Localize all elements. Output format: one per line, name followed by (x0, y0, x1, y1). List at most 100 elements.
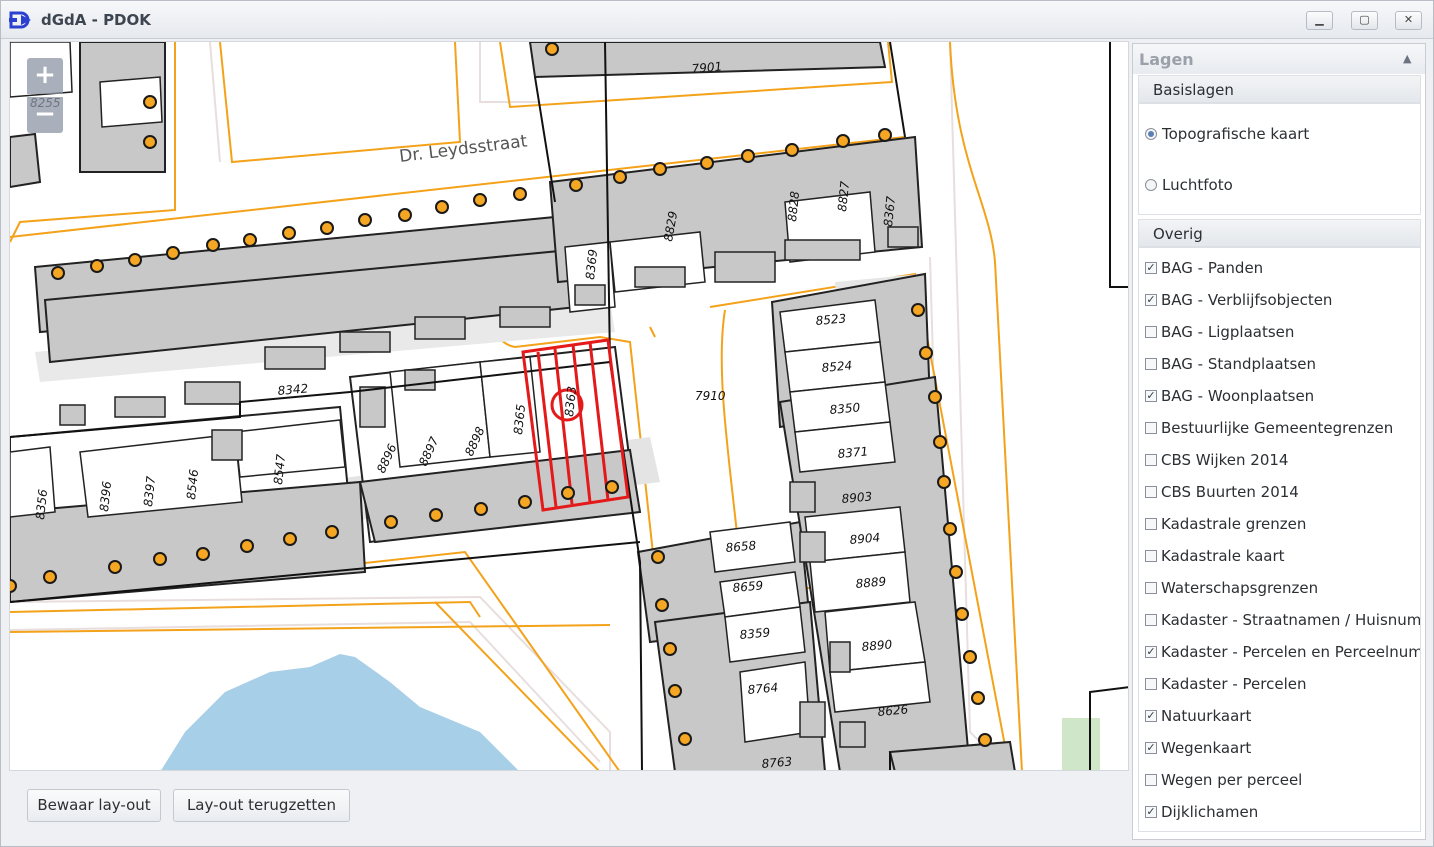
checkbox-unchecked[interactable] (1145, 774, 1157, 786)
maximize-button[interactable]: ▢ (1351, 11, 1378, 30)
application-window: dGdA - PDOK ▁ ▢ ✕ Dr. Leydsstraat 7901 8… (0, 0, 1434, 847)
base-layers-list: Topografische kaart Luchtfoto (1138, 103, 1421, 215)
layer-label: BAG - Panden (1161, 259, 1264, 277)
layer-row[interactable]: ✓ Dijklichamen (1145, 802, 1420, 824)
base-layers-group-label: Basislagen (1153, 81, 1234, 99)
base-layers-group[interactable]: Basislagen (1138, 75, 1421, 103)
base-layer-label: Topografische kaart (1162, 125, 1310, 143)
house-number: 8523 (815, 311, 847, 328)
house-number: 8524 (821, 358, 853, 375)
layer-label: CBS Wijken 2014 (1161, 451, 1289, 469)
layer-label: Wegenkaart (1161, 739, 1252, 757)
layers-panel-header: Lagen ▲ (1133, 44, 1425, 74)
checkbox-checked[interactable]: ✓ (1145, 262, 1157, 274)
layer-label: Bestuurlijke Gemeentegrenzen (1161, 419, 1394, 437)
radio-selected[interactable] (1145, 128, 1157, 140)
layer-label: BAG - Woonplaatsen (1161, 387, 1315, 405)
layer-row[interactable]: CBS Buurten 2014 (1145, 482, 1420, 504)
house-number: 8342 (277, 381, 309, 398)
window-title: dGdA - PDOK (41, 11, 151, 29)
layer-label: Wegen per perceel (1161, 771, 1303, 789)
checkbox-unchecked[interactable] (1145, 358, 1157, 370)
house-number: 8371 (837, 444, 869, 461)
layers-panel-title: Lagen (1139, 50, 1194, 69)
house-number: 8350 (829, 400, 861, 417)
house-number: 8658 (725, 538, 757, 555)
layer-label: Kadastrale grenzen (1161, 515, 1307, 533)
title-bar[interactable]: dGdA - PDOK ▁ ▢ ✕ (1, 1, 1433, 39)
layer-row[interactable]: BAG - Standplaatsen (1145, 354, 1420, 376)
layer-row[interactable]: ✓ BAG - Verblijfsobjecten (1145, 290, 1420, 312)
layer-label: Waterschapsgrenzen (1161, 579, 1319, 597)
bottom-toolbar: Bewaar lay-out Lay-out terugzetten (9, 772, 1129, 840)
layer-row[interactable]: Waterschapsgrenzen (1145, 578, 1420, 600)
layer-label: Kadastrale kaart (1161, 547, 1285, 565)
checkbox-checked[interactable]: ✓ (1145, 646, 1157, 658)
pin-icon[interactable]: ▲ (1403, 52, 1411, 65)
map-view[interactable]: Dr. Leydsstraat 8255 7901 8829 8828 8827… (9, 41, 1129, 771)
checkbox-unchecked[interactable] (1145, 614, 1157, 626)
layer-label: Natuurkaart (1161, 707, 1252, 725)
layer-label: Kadaster - Percelen en Perceelnummers (1161, 643, 1421, 661)
radio-unselected[interactable] (1145, 179, 1157, 191)
zoom-out-button[interactable]: − (27, 97, 63, 133)
water-area (161, 654, 518, 770)
reset-layout-button[interactable]: Lay-out terugzetten (173, 789, 350, 822)
house-number: 7910 (695, 389, 726, 403)
checkbox-checked[interactable]: ✓ (1145, 806, 1157, 818)
checkbox-unchecked[interactable] (1145, 326, 1157, 338)
house-number: 8903 (841, 489, 873, 506)
base-layer-label: Luchtfoto (1162, 176, 1233, 194)
layer-row[interactable]: BAG - Ligplaatsen (1145, 322, 1420, 344)
layer-label: Kadaster - Percelen (1161, 675, 1307, 693)
layer-row[interactable]: Wegen per perceel (1145, 770, 1420, 792)
checkbox-unchecked[interactable] (1145, 454, 1157, 466)
checkbox-unchecked[interactable] (1145, 518, 1157, 530)
zoom-in-button[interactable]: + (27, 58, 63, 94)
layer-label: Kadaster - Straatnamen / Huisnummers (1161, 611, 1421, 629)
layer-label: Dijklichamen (1161, 803, 1259, 821)
other-layers-group-label: Overig (1153, 225, 1203, 243)
map-canvas[interactable]: Dr. Leydsstraat 8255 7901 8829 8828 8827… (10, 42, 1129, 771)
nature-area (1062, 718, 1100, 770)
house-number: 8764 (747, 680, 779, 697)
layer-row[interactable]: Kadaster - Straatnamen / Huisnummers (1145, 610, 1421, 632)
layer-row[interactable]: ✓ Natuurkaart (1145, 706, 1420, 728)
layer-row[interactable]: ✓ Wegenkaart (1145, 738, 1420, 760)
house-number: 8359 (739, 625, 771, 642)
minimize-button[interactable]: ▁ (1306, 11, 1333, 30)
checkbox-unchecked[interactable] (1145, 422, 1157, 434)
layer-label: BAG - Standplaatsen (1161, 355, 1316, 373)
close-button[interactable]: ✕ (1395, 11, 1422, 30)
layer-label: CBS Buurten 2014 (1161, 483, 1299, 501)
checkbox-unchecked[interactable] (1145, 550, 1157, 562)
checkbox-checked[interactable]: ✓ (1145, 294, 1157, 306)
save-layout-button[interactable]: Bewaar lay-out (27, 789, 161, 822)
house-number: 8626 (877, 702, 909, 719)
layer-row[interactable]: ✓ BAG - Woonplaatsen (1145, 386, 1420, 408)
house-number: 8904 (849, 530, 881, 547)
layer-row[interactable]: CBS Wijken 2014 (1145, 450, 1420, 472)
house-number: 8889 (855, 574, 887, 591)
checkbox-unchecked[interactable] (1145, 678, 1157, 690)
house-number: 7901 (691, 59, 723, 76)
layer-row[interactable]: ✓ Kadaster - Percelen en Perceelnummers (1145, 642, 1421, 664)
checkbox-checked[interactable]: ✓ (1145, 710, 1157, 722)
layer-row[interactable]: Kadastrale grenzen (1145, 514, 1420, 536)
checkbox-unchecked[interactable] (1145, 582, 1157, 594)
checkbox-checked[interactable]: ✓ (1145, 390, 1157, 402)
layer-row[interactable]: Bestuurlijke Gemeentegrenzen (1145, 418, 1420, 440)
house-number: 8890 (861, 637, 893, 654)
checkbox-checked[interactable]: ✓ (1145, 742, 1157, 754)
layer-row[interactable]: Kadastrale kaart (1145, 546, 1420, 568)
layer-label: BAG - Ligplaatsen (1161, 323, 1295, 341)
layer-row[interactable]: ✓ BAG - Panden (1145, 258, 1420, 280)
layer-label: BAG - Verblijfsobjecten (1161, 291, 1333, 309)
layer-row[interactable]: Kadaster - Percelen (1145, 674, 1420, 696)
house-number: 8763 (761, 754, 793, 771)
other-layers-group[interactable]: Overig (1138, 219, 1421, 247)
house-number: 8659 (732, 578, 764, 595)
layers-panel: Lagen ▲ Basislagen Topografische kaart L… (1132, 43, 1426, 840)
dgda-logo-icon (9, 11, 31, 29)
checkbox-unchecked[interactable] (1145, 486, 1157, 498)
